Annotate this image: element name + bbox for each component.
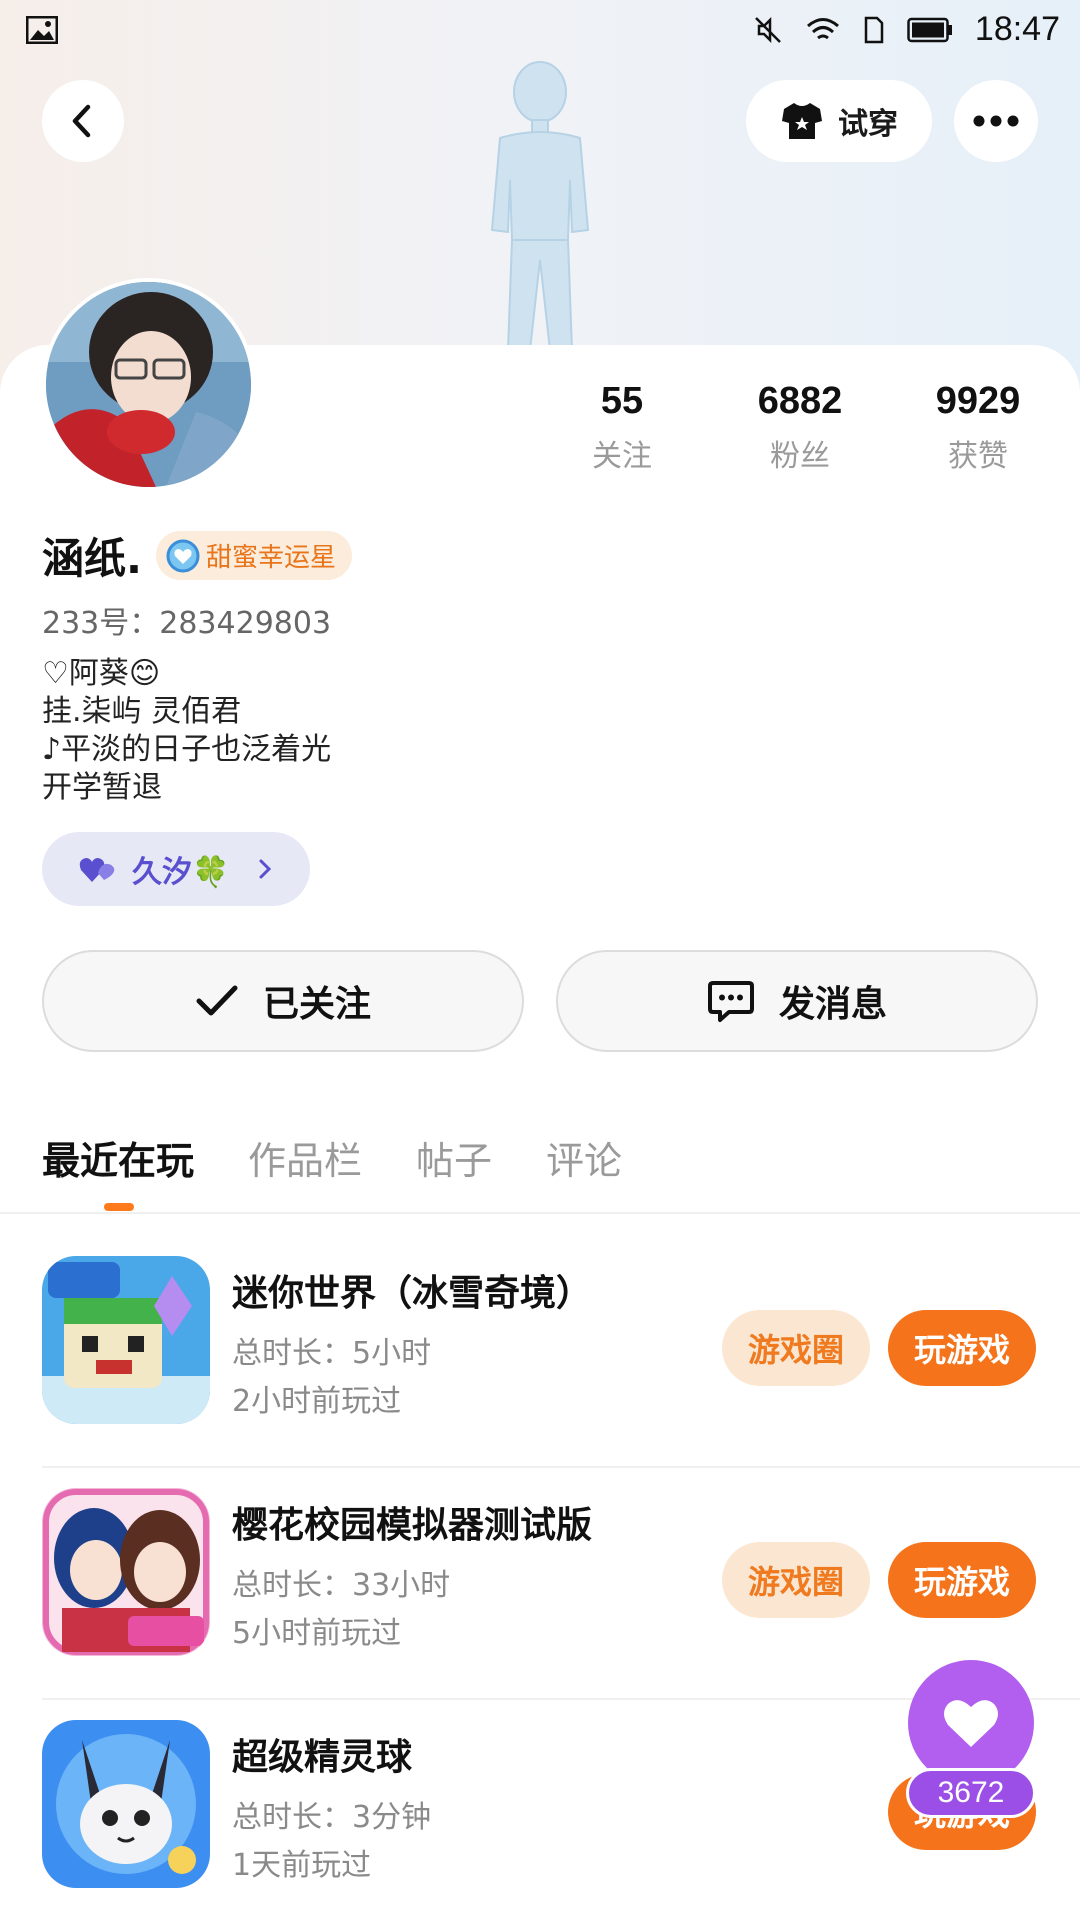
game-icon-sakura-school [42, 1488, 210, 1656]
stat-following-count: 55 [600, 380, 644, 422]
sim-icon [864, 16, 884, 43]
game-row-mini-world[interactable]: 迷你世界（冰雪奇境） 总时长：5小时 2小时前玩过 游戏圈 玩游戏 [0, 1236, 1080, 1468]
title-badge[interactable]: 甜蜜幸运星 [155, 531, 352, 580]
stat-likes-count: 9929 [935, 380, 1021, 422]
game-icon-mini-world [42, 1256, 210, 1424]
game-duration: 总时长：33小时 [232, 1568, 451, 1603]
bio-line: ♡阿葵😊 [42, 656, 161, 691]
more-button[interactable] [954, 80, 1038, 162]
game-last-played: 2小时前玩过 [232, 1384, 402, 1419]
stat-following-label: 关注 [592, 439, 652, 474]
clock: 18:47 [974, 10, 1060, 48]
bio-line: 开学暂退 [42, 770, 162, 805]
tab-indicator [104, 1203, 134, 1211]
tab-recently-played[interactable]: 最近在玩 [42, 1130, 194, 1185]
game-title: 超级精灵球 [232, 1737, 413, 1778]
stat-likes[interactable]: 9929 获赞 [898, 380, 1058, 475]
tshirt-icon [782, 103, 822, 139]
heart-icon [944, 1700, 998, 1747]
badge-label: 甜蜜幸运星 [205, 543, 336, 573]
game-last-played: 5小时前玩过 [232, 1616, 402, 1651]
battery-icon [907, 17, 952, 42]
chevron-left-icon [72, 104, 91, 138]
badge-icon [166, 539, 200, 572]
bio-line: ♪平淡的日子也泛着光 [42, 732, 332, 767]
stat-followers[interactable]: 6882 粉丝 [720, 380, 880, 475]
message-label: 发消息 [778, 984, 887, 1025]
game-circle-button[interactable]: 游戏圈 [722, 1542, 870, 1618]
message-button[interactable]: 发消息 [556, 950, 1038, 1052]
user-id: 233号：283429803 [42, 606, 332, 641]
tabs-divider [0, 1212, 1080, 1214]
game-icon-super-spirit-ball [42, 1720, 210, 1888]
stat-followers-count: 6882 [757, 380, 843, 422]
game-title: 迷你世界（冰雪奇境） [232, 1273, 593, 1314]
avatar[interactable] [42, 278, 255, 491]
tab-works[interactable]: 作品栏 [248, 1130, 362, 1185]
image-icon [26, 16, 58, 44]
game-last-played: 1天前玩过 [232, 1848, 372, 1883]
avatar-photo [46, 282, 251, 487]
try-on-button[interactable]: 试穿 [746, 80, 932, 162]
status-bar: 18:47 [0, 0, 1080, 62]
game-duration: 总时长：5小时 [232, 1336, 432, 1371]
back-button[interactable] [42, 80, 124, 162]
fan-group-button[interactable]: 久汐🍀 [42, 832, 310, 906]
stat-followers-label: 粉丝 [770, 439, 830, 474]
profile-name: 涵纸. [42, 534, 142, 583]
hearts-icon [79, 858, 115, 882]
chat-bubble-icon [707, 981, 754, 1022]
followed-button[interactable]: 已关注 [42, 950, 524, 1052]
tab-posts[interactable]: 帖子 [416, 1130, 492, 1185]
play-game-button[interactable]: 玩游戏 [888, 1310, 1036, 1386]
stat-following[interactable]: 55 关注 [542, 380, 702, 475]
profile-tabs: 最近在玩 作品栏 帖子 评论 [42, 1130, 676, 1185]
game-duration: 总时长：3分钟 [232, 1800, 432, 1835]
more-dots-icon [973, 115, 1019, 127]
bio: ♡阿葵😊 挂.柒屿 灵佰君 ♪平淡的日子也泛着光 开学暂退 [42, 655, 331, 807]
fan-group-label: 久汐🍀 [132, 855, 230, 890]
chevron-right-icon [259, 859, 272, 879]
stat-likes-label: 获赞 [948, 439, 1008, 474]
play-game-button[interactable]: 玩游戏 [888, 1542, 1036, 1618]
bio-line: 挂.柒屿 灵佰君 [42, 694, 242, 729]
like-count: 3672 [906, 1768, 1036, 1818]
game-row-sakura-school[interactable]: 樱花校园模拟器测试版 总时长：33小时 5小时前玩过 游戏圈 玩游戏 [0, 1468, 1080, 1700]
game-title: 樱花校园模拟器测试版 [232, 1505, 593, 1546]
tab-comments[interactable]: 评论 [546, 1130, 622, 1185]
try-on-label: 试穿 [838, 107, 898, 142]
check-icon [196, 985, 238, 1016]
game-circle-button[interactable]: 游戏圈 [722, 1310, 870, 1386]
name-row: 涵纸. 甜蜜幸运星 [42, 525, 352, 586]
mute-icon [755, 16, 781, 43]
avatar-figure-illustration [490, 61, 590, 350]
wifi-icon [806, 17, 839, 39]
followed-label: 已关注 [262, 984, 371, 1025]
